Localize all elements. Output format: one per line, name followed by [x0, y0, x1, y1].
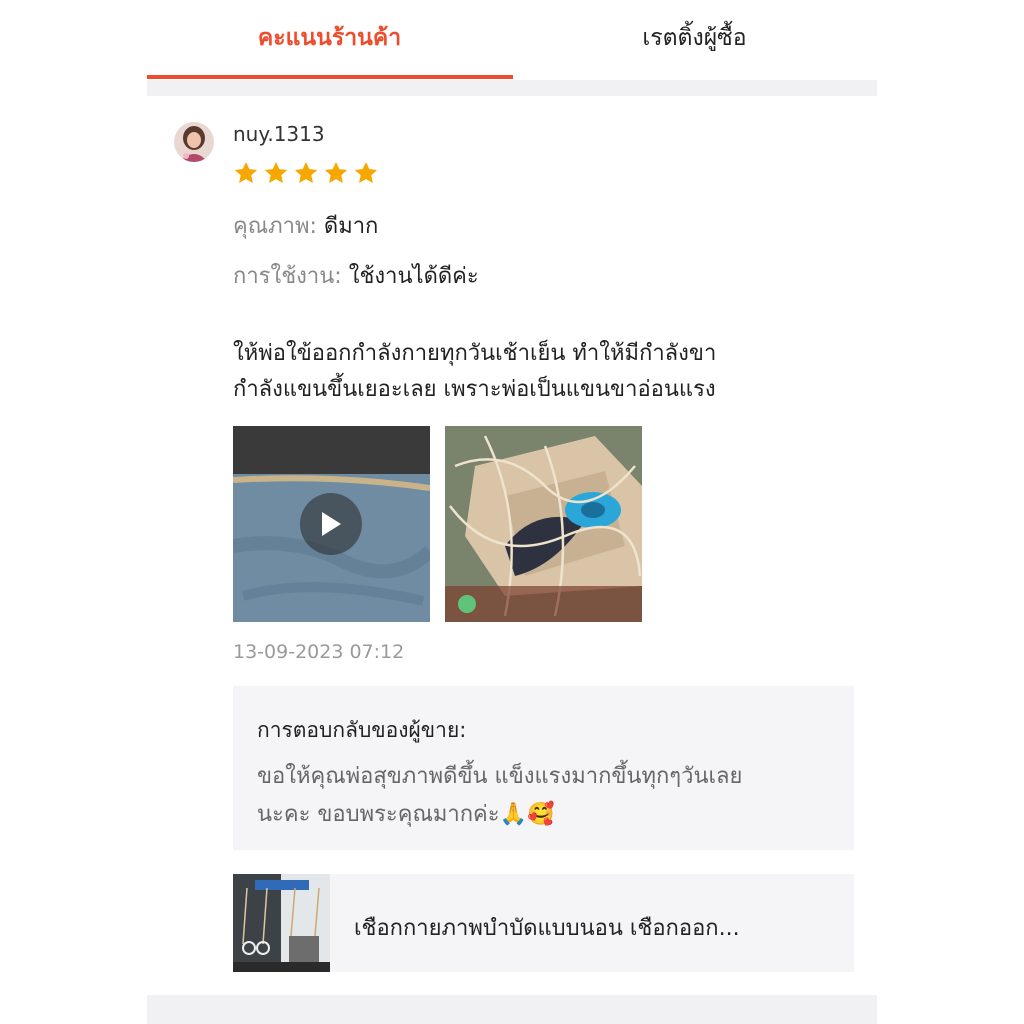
divider: [147, 80, 877, 96]
product-thumbnail: [233, 874, 330, 972]
seller-reply-title: การตอบกลับของผู้ขาย:: [257, 718, 467, 742]
tab-buyer-rating[interactable]: เรตติ้งผู้ซื้อ: [512, 0, 877, 76]
quality-label: คุณภาพ:: [233, 214, 317, 239]
reply-line: ขอให้คุณพ่อสุขภาพดีขึ้น แข็งแรงมากขึ้นทุ…: [257, 764, 743, 789]
comment-line: ให้พ่อใข้ออกกำลังกายทุกวันเช้าเย็น ทำให้…: [233, 341, 717, 366]
star-icon: [264, 161, 288, 183]
play-button[interactable]: [300, 493, 362, 555]
usage-row: การใช้งาน: ใช้งานได้ดีค่ะ: [233, 258, 479, 293]
pray-emoji-icon: 🙏: [499, 802, 527, 827]
review-comment: ให้พ่อใข้ออกกำลังกายทุกวันเช้าเย็น ทำให้…: [233, 336, 833, 408]
quality-value: ดีมาก: [323, 214, 379, 239]
star-rating: [233, 160, 379, 186]
smiling-hearts-emoji-icon: 🥰: [526, 802, 555, 827]
quality-row: คุณภาพ: ดีมาก: [233, 208, 378, 243]
usage-label: การใช้งาน:: [233, 264, 342, 289]
usage-value: ใช้งานได้ดีค่ะ: [348, 264, 479, 289]
star-icon: [234, 161, 258, 183]
reply-line-text: นะคะ ขอบพระคุณมากค่ะ: [257, 802, 500, 827]
review-date: 13-09-2023 07:12: [233, 641, 405, 663]
avatar[interactable]: [174, 122, 214, 162]
comment-line: กำลังแขนขึ้นเยอะเลย เพราะพ่อเป็นแขนขาอ่อ…: [233, 377, 716, 402]
star-icon: [324, 161, 348, 183]
review-photo-thumbnail[interactable]: [445, 426, 642, 622]
play-icon: [322, 512, 341, 536]
review-video-thumbnail[interactable]: [233, 426, 430, 622]
active-tab-indicator: [147, 75, 513, 79]
tab-bar: คะแนนร้านค้า เรตติ้งผู้ซื้อ: [147, 0, 877, 80]
star-icon: [294, 161, 318, 183]
seller-reply: การตอบกลับของผู้ขาย: ขอให้คุณพ่อสุขภาพดี…: [233, 686, 854, 850]
seller-reply-text: ขอให้คุณพ่อสุขภาพดีขึ้น แข็งแรงมากขึ้นทุ…: [257, 758, 837, 834]
divider: [147, 995, 877, 1024]
tab-shop-rating[interactable]: คะแนนร้านค้า: [147, 0, 512, 76]
reviewer-username: nuy.1313: [233, 122, 325, 146]
reply-line: นะคะ ขอบพระคุณมากค่ะ🙏🥰: [257, 796, 837, 834]
product-link[interactable]: เชือกกายภาพบำบัดแบบนอน เชือกออก...: [233, 874, 854, 972]
product-name: เชือกกายภาพบำบัดแบบนอน เชือกออก...: [354, 916, 740, 941]
review-page: คะแนนร้านค้า เรตติ้งผู้ซื้อ nuy.1313 คุณ…: [147, 0, 877, 1024]
star-icon: [354, 161, 378, 183]
